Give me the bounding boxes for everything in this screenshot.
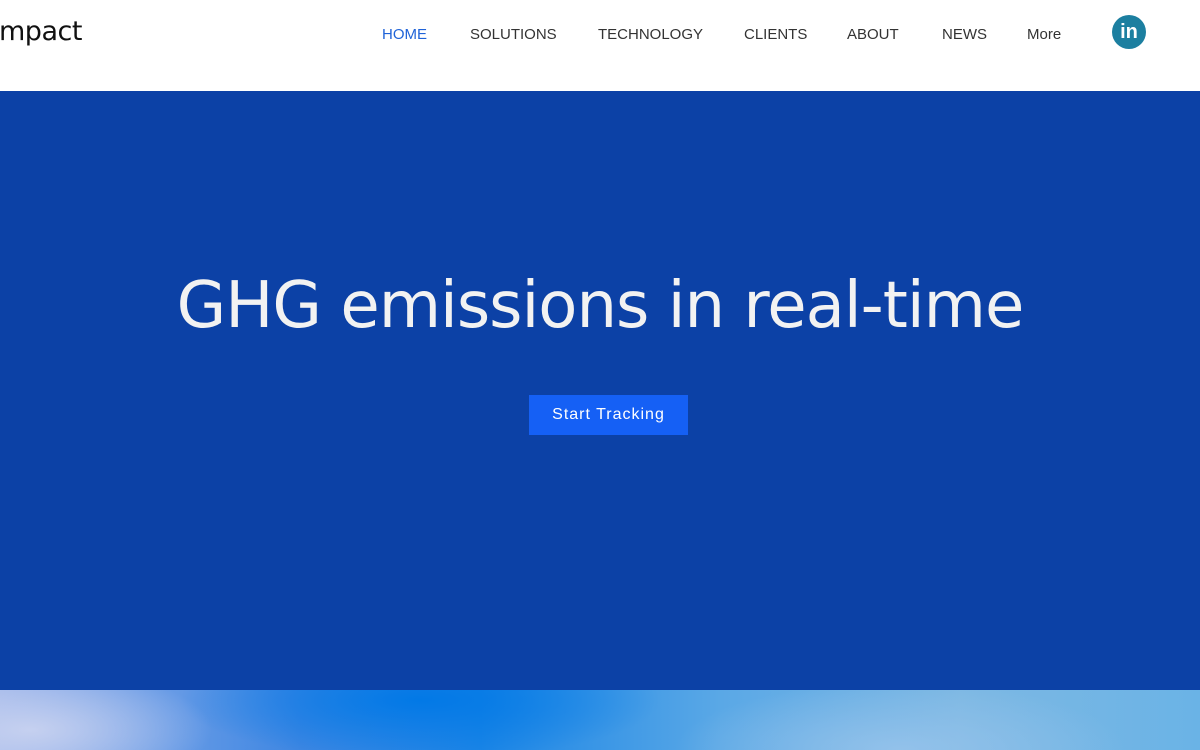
nav-news[interactable]: NEWS (942, 26, 987, 43)
linkedin-icon[interactable]: in (1112, 15, 1146, 49)
nav-home[interactable]: HOME (382, 26, 427, 43)
nav-clients[interactable]: CLIENTS (744, 26, 807, 43)
nav-more[interactable]: More (1027, 26, 1061, 43)
start-tracking-button[interactable]: Start Tracking (529, 395, 688, 435)
page: mpact HOME SOLUTIONS TECHNOLOGY CLIENTS … (0, 0, 1200, 750)
gradient-band (0, 690, 1200, 750)
nav-solutions[interactable]: SOLUTIONS (470, 26, 557, 43)
hero-section: GHG emissions in real-time Start Trackin… (0, 91, 1200, 690)
nav-technology[interactable]: TECHNOLOGY (598, 26, 703, 43)
nav-about[interactable]: ABOUT (847, 26, 899, 43)
hero-title: GHG emissions in real-time (176, 269, 1025, 343)
site-header: mpact HOME SOLUTIONS TECHNOLOGY CLIENTS … (0, 0, 1200, 91)
brand-logo[interactable]: mpact (0, 16, 82, 47)
